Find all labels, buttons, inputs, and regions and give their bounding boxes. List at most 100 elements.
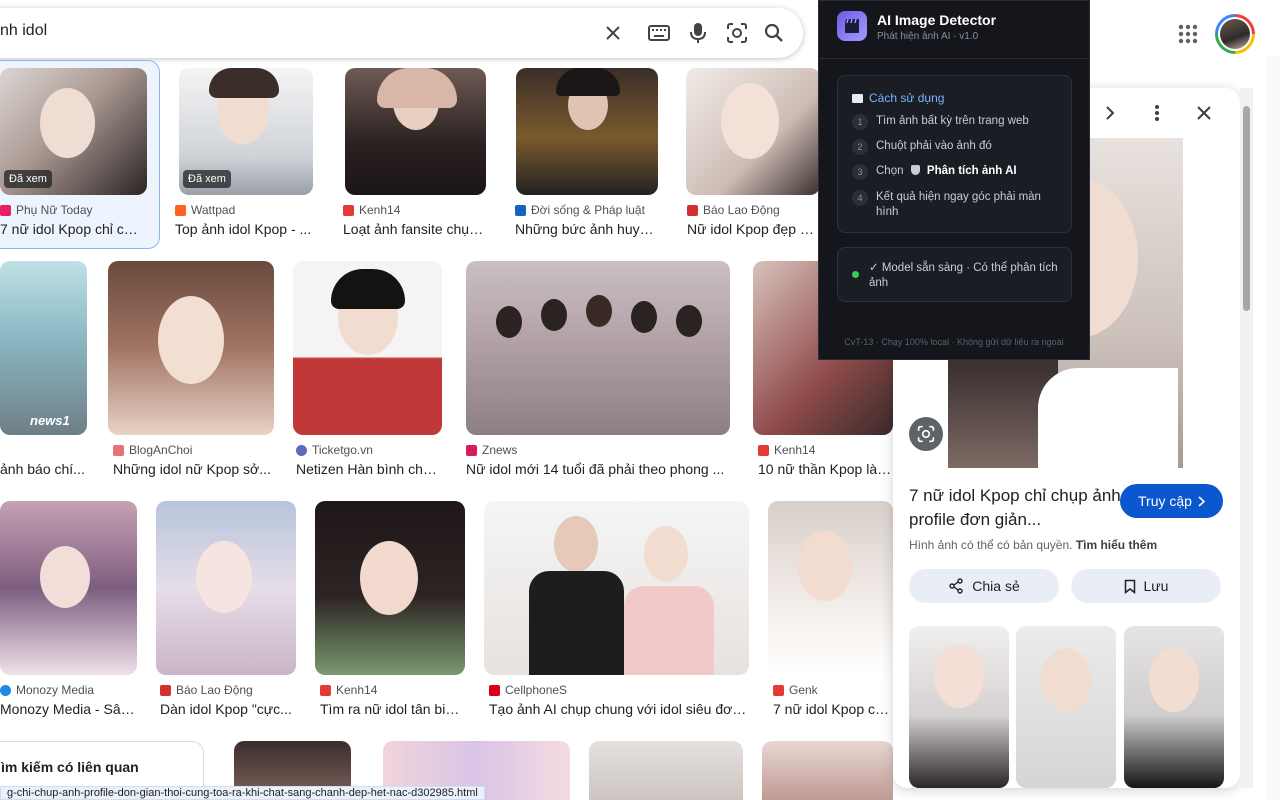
search-icon[interactable] xyxy=(762,21,786,45)
result-image[interactable] xyxy=(516,68,658,195)
step-number: 3 xyxy=(852,164,868,180)
result-image[interactable]: Đã xem xyxy=(179,68,313,195)
related-searches-title: ìm kiếm có liên quan xyxy=(1,759,139,775)
source-name: Kenh14 xyxy=(774,443,816,457)
step-number: 2 xyxy=(852,139,868,155)
ai-detector-extension-popup: AI Image Detector Phát hiện ảnh AI · v1.… xyxy=(818,0,1090,360)
source-name: Đời sống & Pháp luật xyxy=(531,203,645,217)
result-caption[interactable]: Những bức ảnh huyền... xyxy=(515,221,657,237)
source-favicon-icon xyxy=(0,684,11,696)
result-caption[interactable]: Tạo ảnh AI chụp chung với idol siêu đơn.… xyxy=(489,701,749,717)
extension-subtitle: Phát hiện ảnh AI · v1.0 xyxy=(877,31,979,42)
result-caption[interactable]: Netizen Hàn bình chọn... xyxy=(296,461,441,477)
usage-guide: Cách sử dụng 1 Tìm ảnh bất kỳ trên trang… xyxy=(837,75,1072,233)
result-image[interactable]: Đã xem xyxy=(0,68,147,195)
source-favicon-icon xyxy=(113,444,124,456)
result-image[interactable] xyxy=(345,68,486,195)
extension-footer: CvT-13 · Chạy 100% local · Không gửi dữ … xyxy=(844,337,1064,347)
page-scrollbar[interactable] xyxy=(1267,56,1280,800)
result-image[interactable] xyxy=(108,261,274,435)
result-image[interactable] xyxy=(484,501,749,675)
result-caption[interactable]: Top ảnh idol Kpop - ... xyxy=(175,221,315,237)
camera-lens-icon[interactable] xyxy=(725,21,749,45)
result-image[interactable] xyxy=(768,501,893,675)
result-caption[interactable]: Nữ idol mới 14 tuổi đã phải theo phong .… xyxy=(466,461,728,477)
result-caption[interactable]: Nữ idol Kpop đẹp nhất xyxy=(687,221,817,237)
source-favicon-icon xyxy=(160,684,171,696)
visit-button[interactable]: Truy cập xyxy=(1120,484,1223,518)
source-favicon-icon xyxy=(296,444,307,456)
seen-badge: Đã xem xyxy=(4,170,52,188)
apps-grid-icon[interactable] xyxy=(1176,22,1200,46)
share-button[interactable]: Chia sẻ xyxy=(909,569,1059,603)
result-caption[interactable]: ảnh báo chí... xyxy=(0,461,85,477)
source-favicon-icon xyxy=(175,204,186,216)
result-image[interactable] xyxy=(293,261,442,435)
result-image[interactable] xyxy=(686,68,820,195)
save-button[interactable]: Lưu xyxy=(1071,569,1221,603)
result-caption[interactable]: 10 nữ thần Kpop là hình xyxy=(758,461,892,477)
clear-icon[interactable] xyxy=(601,21,625,45)
result-image[interactable] xyxy=(156,501,296,675)
result-image[interactable] xyxy=(466,261,730,435)
save-label: Lưu xyxy=(1143,578,1169,594)
search-bar[interactable]: nh idol xyxy=(0,8,803,58)
related-image[interactable] xyxy=(909,626,1009,788)
source-favicon-icon xyxy=(515,204,526,216)
result-caption[interactable]: Monozy Media - Sân... xyxy=(0,701,135,717)
source-name: Ticketgo.vn xyxy=(312,443,373,457)
result-caption[interactable]: 7 nữ idol Kpop chia xyxy=(773,701,893,717)
shield-icon xyxy=(910,165,920,175)
source-name: Báo Lao Động xyxy=(703,203,780,217)
result-image[interactable] xyxy=(0,501,137,675)
result-image[interactable] xyxy=(589,741,743,800)
result-image[interactable]: news1 xyxy=(0,261,87,435)
guide-heading: Cách sử dụng xyxy=(869,91,945,105)
close-icon[interactable] xyxy=(1192,101,1216,125)
more-options-icon[interactable] xyxy=(1145,101,1169,125)
step-text: Chuột phải vào ảnh đó xyxy=(876,140,992,152)
preview-title[interactable]: 7 nữ idol Kpop chỉ chụp ảnh profile đơn … xyxy=(909,484,1124,532)
guide-step: 2 Chuột phải vào ảnh đó xyxy=(852,139,1062,155)
model-status: ✓ Model sẵn sàng · Có thể phân tích ảnh xyxy=(837,247,1072,302)
source-favicon-icon xyxy=(466,444,477,456)
result-image[interactable] xyxy=(315,501,465,675)
divider xyxy=(819,58,1089,59)
microphone-icon[interactable] xyxy=(686,21,710,45)
related-image[interactable] xyxy=(1124,626,1224,788)
related-image[interactable] xyxy=(1016,626,1116,788)
source-name: Genk xyxy=(789,683,818,697)
source-name: Kenh14 xyxy=(336,683,378,697)
source-name: Báo Lao Động xyxy=(176,683,253,697)
source-favicon-icon xyxy=(320,684,331,696)
result-caption[interactable]: Loạt ảnh fansite chụp... xyxy=(343,221,485,237)
result-caption[interactable]: Những idol nữ Kpop sở... xyxy=(113,461,273,477)
extension-title: AI Image Detector xyxy=(877,12,997,28)
keyboard-icon[interactable] xyxy=(647,21,671,45)
source-favicon-icon xyxy=(489,684,500,696)
result-caption[interactable]: Tìm ra nữ idol tân binh... xyxy=(320,701,465,717)
source-name: Znews xyxy=(482,443,518,457)
source-favicon-icon xyxy=(343,204,354,216)
step-text: Kết quả hiện ngay góc phải màn hình xyxy=(876,191,1041,218)
bookmark-icon xyxy=(1124,579,1135,594)
avatar[interactable] xyxy=(1215,14,1255,54)
result-caption[interactable]: 7 nữ idol Kpop chỉ chụp... xyxy=(0,221,145,237)
search-input[interactable]: nh idol xyxy=(0,22,47,40)
result-caption[interactable]: Dàn idol Kpop "cực... xyxy=(160,701,295,717)
learn-more-link[interactable]: Tìm hiểu thêm xyxy=(1076,538,1157,552)
source-name: CellphoneS xyxy=(505,683,568,697)
status-bar-url: g-chi-chup-anh-profile-don-gian-thoi-cun… xyxy=(0,786,485,800)
source-name: Monozy Media xyxy=(16,683,95,697)
share-icon xyxy=(949,578,963,594)
panel-scrollbar[interactable] xyxy=(1240,88,1253,788)
chevron-right-icon xyxy=(1198,495,1205,507)
share-label: Chia sẻ xyxy=(972,578,1020,594)
copyright-notice: Hình ảnh có thể có bản quyền. xyxy=(909,538,1073,552)
source-name: Phụ Nữ Today xyxy=(16,203,93,217)
source-favicon-icon xyxy=(758,444,769,456)
scrollbar-thumb[interactable] xyxy=(1243,106,1250,311)
result-image[interactable] xyxy=(762,741,893,800)
next-image-icon[interactable] xyxy=(1098,101,1122,125)
lens-search-icon[interactable] xyxy=(909,417,943,451)
